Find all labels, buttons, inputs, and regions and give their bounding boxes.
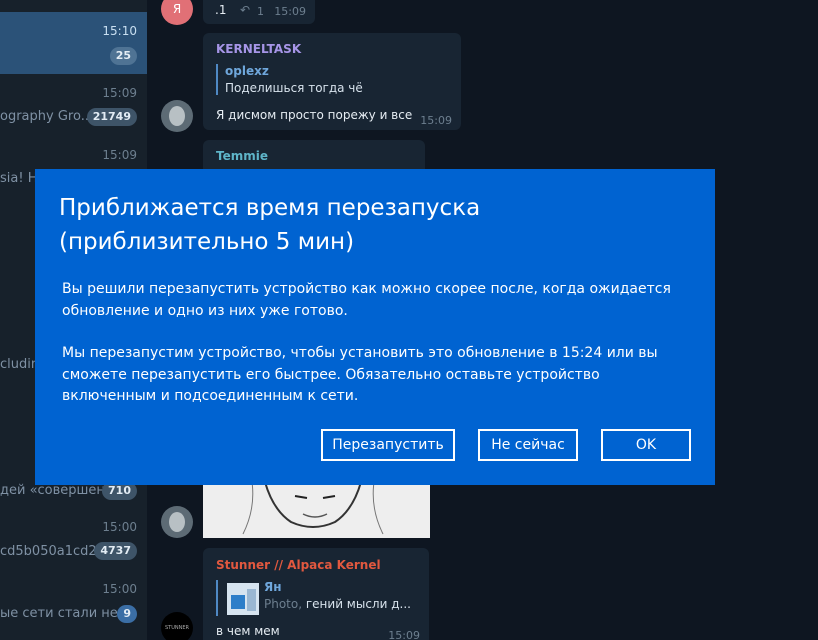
message-time: 15:09 bbox=[420, 114, 452, 127]
unread-badge: 25 bbox=[109, 47, 137, 65]
quote-text: Поделишься тогда чё bbox=[225, 81, 363, 95]
chat-time: 15:09 bbox=[102, 86, 137, 100]
dialog-title: Приближается время перезапуска (приблизи… bbox=[59, 195, 481, 255]
chat-time: 15:00 bbox=[102, 520, 137, 534]
chat-list-item[interactable]: 15:00 cd5b050a1cd2... 4737 bbox=[0, 508, 147, 570]
avatar[interactable] bbox=[161, 100, 193, 132]
message-time: 15:09 bbox=[388, 629, 420, 640]
reply-quote[interactable]: oplexz Поделишься тогда чё bbox=[216, 64, 363, 95]
message-sender[interactable]: Stunner // Alpaca Kernel bbox=[216, 558, 381, 572]
message-bubble: KERNELTASK oplexz Поделишься тогда чё Я … bbox=[203, 33, 461, 130]
avatar[interactable]: Я bbox=[161, 0, 193, 25]
unread-badge: 9 bbox=[117, 605, 137, 623]
quote-caption: гений мысли д... bbox=[305, 597, 411, 611]
quote-text: Photo, гений мысли д... bbox=[264, 597, 411, 611]
message-time: 15:09 bbox=[274, 5, 306, 18]
chat-time: 15:10 bbox=[102, 24, 137, 38]
reply-count: 1 bbox=[257, 5, 264, 18]
avatar[interactable] bbox=[161, 506, 193, 538]
message-bubble: Stunner // Alpaca Kernel Ян Photo, гений… bbox=[203, 548, 429, 640]
unread-badge: 4737 bbox=[94, 542, 137, 560]
chat-list-item[interactable]: 15:10 25 bbox=[0, 12, 147, 74]
chat-preview: ые сети стали не... bbox=[0, 606, 131, 621]
reply-icon[interactable]: ↶ bbox=[240, 3, 250, 17]
chat-preview: ography Gro... bbox=[0, 109, 94, 124]
message-sender[interactable]: Temmie bbox=[216, 149, 268, 163]
message-sender[interactable]: KERNELTASK bbox=[216, 42, 301, 56]
chat-list-item[interactable]: 15:09 ography Gro... 21749 bbox=[0, 74, 147, 136]
chat-preview: cd5b050a1cd2... bbox=[0, 544, 110, 559]
restart-dialog: Приближается время перезапуска (приблизи… bbox=[35, 169, 715, 485]
message-text: .1 bbox=[215, 3, 227, 17]
dialog-paragraph: Вы решили перезапустить устройство как м… bbox=[62, 281, 671, 319]
message-bubble: .1 ↶ 1 15:09 bbox=[203, 0, 315, 24]
chat-time: 15:00 bbox=[102, 582, 137, 596]
chat-preview: дей «совершен... bbox=[0, 483, 118, 498]
chat-time: 15:09 bbox=[102, 148, 137, 162]
avatar[interactable]: STUNNER bbox=[161, 612, 193, 640]
quote-media-type: Photo, bbox=[264, 597, 306, 611]
restart-button[interactable]: Перезапустить bbox=[321, 429, 455, 461]
dialog-paragraph: Мы перезапустим устройство, чтобы устано… bbox=[62, 345, 658, 404]
quote-photo-thumbnail bbox=[227, 583, 259, 615]
message-text: Я дисмом просто порежу и все bbox=[216, 108, 413, 122]
quote-author: Ян bbox=[264, 580, 282, 594]
message-text: в чем мем bbox=[216, 624, 280, 638]
chat-list-item[interactable]: 15:00 ые сети стали не... 9 bbox=[0, 570, 147, 632]
reply-quote[interactable]: Ян Photo, гений мысли д... bbox=[216, 580, 411, 616]
ok-button[interactable]: OK bbox=[601, 429, 691, 461]
not-now-button[interactable]: Не сейчас bbox=[478, 429, 578, 461]
unread-badge: 21749 bbox=[86, 108, 137, 126]
quote-author: oplexz bbox=[225, 64, 269, 78]
